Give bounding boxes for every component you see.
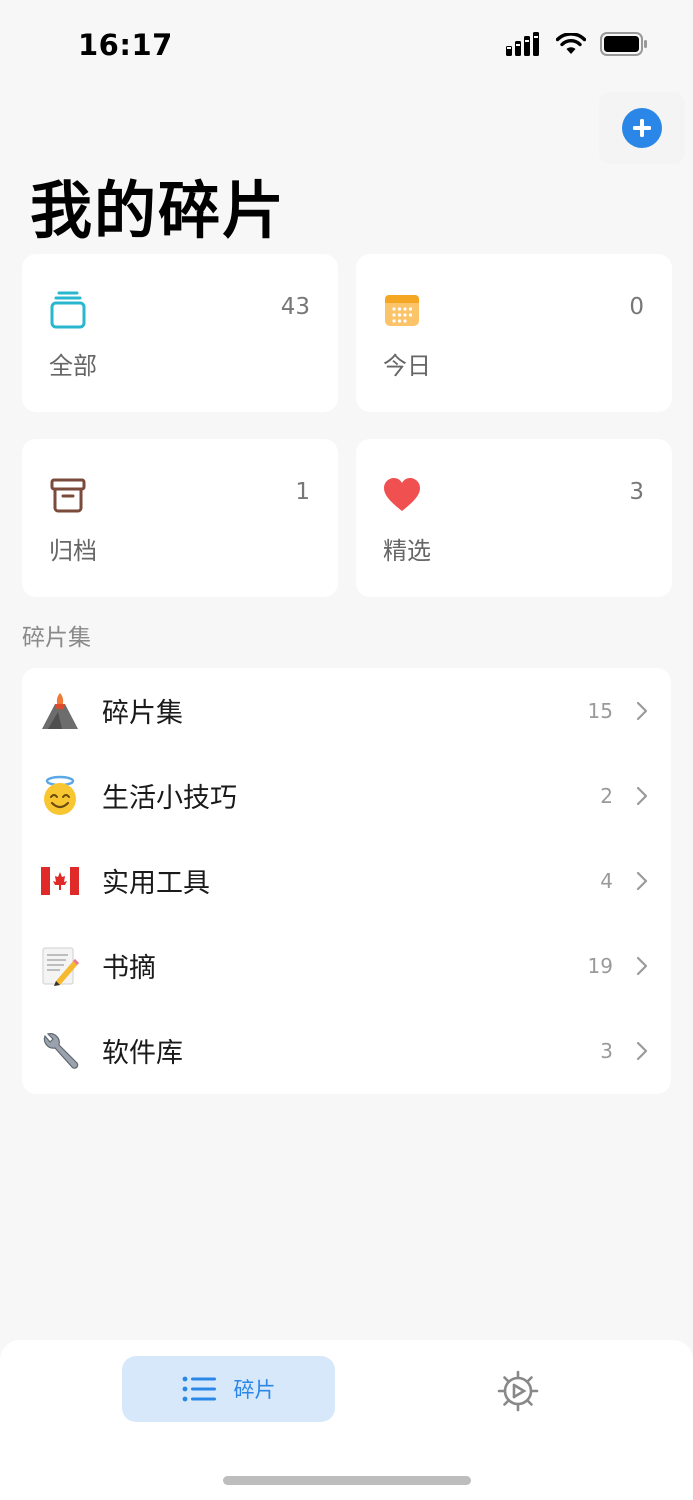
volcano-icon [38, 689, 82, 733]
smiling-halo-icon [38, 774, 82, 818]
chevron-right-icon [636, 956, 648, 975]
battery-icon [600, 32, 647, 56]
chevron-right-icon [636, 701, 648, 720]
collection-count: 3 [600, 1038, 613, 1063]
card-archive[interactable]: 1 归档 [22, 439, 338, 597]
collection-list: 碎片集 15 生活小技巧 2 实用工具 4 书摘 19 软件库 3 [22, 668, 671, 1094]
card-label: 精选 [383, 537, 431, 565]
list-item[interactable]: 实用工具 4 [22, 838, 671, 923]
settings-gear-icon[interactable] [497, 1370, 539, 1412]
plus-icon [622, 108, 662, 148]
card-count: 3 [629, 479, 644, 505]
collection-count: 15 [587, 698, 613, 723]
calendar-icon [385, 295, 419, 326]
card-count: 43 [280, 294, 310, 320]
status-time: 16:17 [78, 28, 173, 62]
collection-name: 软件库 [102, 1038, 183, 1069]
card-label: 归档 [49, 537, 97, 565]
archive-box-icon [50, 478, 86, 513]
cellular-signal-icon [506, 32, 539, 56]
chevron-right-icon [636, 1041, 648, 1060]
tab-label: 碎片 [233, 1378, 276, 1402]
card-featured[interactable]: 3 精选 [356, 439, 672, 597]
page-title: 我的碎片 [30, 174, 287, 247]
list-icon [182, 1376, 216, 1402]
list-item[interactable]: 软件库 3 [22, 1008, 671, 1093]
list-item[interactable]: 生活小技巧 2 [22, 753, 671, 838]
status-bar: 16:17 [0, 0, 693, 90]
card-label: 今日 [383, 352, 431, 380]
tab-fragments[interactable]: 碎片 [122, 1356, 335, 1422]
card-all[interactable]: 43 全部 [22, 254, 338, 412]
home-indicator [223, 1476, 471, 1485]
heart-icon [384, 478, 420, 511]
card-today[interactable]: 0 今日 [356, 254, 672, 412]
collection-name: 生活小技巧 [102, 783, 237, 814]
status-icons [506, 32, 648, 56]
memo-pencil-icon [38, 944, 82, 988]
wrench-icon [38, 1029, 82, 1073]
section-label: 碎片集 [22, 625, 91, 651]
card-count: 1 [295, 479, 310, 505]
collection-count: 19 [587, 953, 613, 978]
list-item[interactable]: 书摘 19 [22, 923, 671, 1008]
collection-name: 碎片集 [102, 698, 183, 729]
chevron-right-icon [636, 786, 648, 805]
wifi-icon [556, 33, 586, 54]
card-count: 0 [629, 294, 644, 320]
collection-count: 2 [600, 783, 613, 808]
collection-count: 4 [600, 868, 613, 893]
canada-flag-icon [38, 859, 82, 903]
add-button[interactable] [599, 92, 685, 164]
stack-icon [50, 291, 86, 329]
card-label: 全部 [49, 352, 97, 380]
list-item[interactable]: 碎片集 15 [22, 668, 671, 753]
collection-name: 书摘 [102, 953, 156, 984]
collection-name: 实用工具 [102, 868, 210, 899]
chevron-right-icon [636, 871, 648, 890]
